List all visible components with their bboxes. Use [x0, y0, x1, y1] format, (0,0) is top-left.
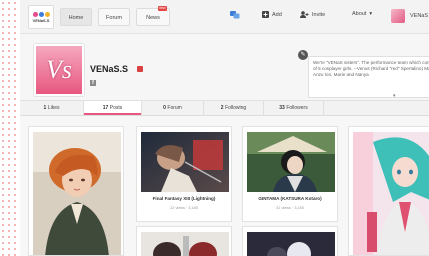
facebook-icon[interactable]: f — [90, 80, 96, 86]
tab-likes[interactable]: 1 Likes — [20, 101, 84, 115]
tab-posts[interactable]: 17 Posts — [84, 101, 142, 115]
plus-box-icon — [262, 11, 269, 18]
logo-text: VENaS.S — [32, 17, 50, 23]
tab-news-label: News — [146, 15, 160, 21]
post-thumbnail — [247, 232, 335, 256]
likes-count: 1 — [43, 105, 47, 111]
logo-dots — [32, 11, 50, 17]
user-plus-icon — [300, 11, 309, 18]
user-avatar[interactable] — [391, 9, 405, 23]
followers-label: Followers — [286, 105, 308, 111]
post-thumbnail — [33, 132, 121, 255]
pencil-icon: ✎ — [300, 52, 306, 58]
tab-followers[interactable]: 33 Followers — [264, 101, 324, 115]
post-card[interactable]: GINTAMA (KATSURA Kotaro) 31 views · 3,18… — [242, 126, 338, 222]
chat-icon — [230, 11, 240, 19]
following-count: 2 — [220, 105, 224, 111]
post-card[interactable] — [28, 126, 124, 256]
tab-forum-label: Forum — [106, 15, 122, 21]
edit-bio-button[interactable]: ✎ — [298, 50, 308, 60]
new-badge: new — [157, 6, 167, 11]
site-logo[interactable]: VENaS.S — [28, 5, 54, 29]
post-meta: 22 views · 3,180 — [170, 206, 198, 210]
user-name-label[interactable]: VENaS — [410, 13, 428, 19]
post-thumbnail — [353, 132, 429, 255]
about-dropdown[interactable]: About ▾ — [352, 11, 372, 17]
post-card[interactable]: Final Fantasy XIII (Lightning) 22 views … — [136, 126, 232, 222]
add-label: Add — [272, 11, 282, 18]
posts-count: 17 — [102, 105, 109, 111]
profile-stats-tabs: 1 Likes 17 Posts 0 Forum 2 Following 33 Follo… — [20, 100, 429, 116]
forum-label: Forum — [167, 105, 182, 111]
bio-box: We're "VENaS sisters". The performance t… — [308, 56, 429, 98]
post-thumbnail — [141, 232, 229, 256]
post-meta: 31 views · 3,180 — [276, 206, 304, 210]
following-label: Following — [225, 105, 247, 111]
bio-text: We're "VENaS sisters". The performance t… — [313, 60, 429, 77]
tab-forum-posts[interactable]: 0 Forum — [142, 101, 204, 115]
post-thumbnail — [247, 132, 335, 192]
chevron-down-icon: ▾ — [369, 11, 373, 17]
badge-icon — [137, 66, 143, 72]
stats-filler — [324, 101, 429, 115]
top-navigation-bar: VENaS.S Home Forum News new Add Invite A… — [20, 0, 429, 34]
tab-home[interactable]: Home — [60, 8, 92, 26]
bio-expand-toggle[interactable]: ▾ — [393, 93, 396, 99]
tab-home-label: Home — [68, 15, 84, 21]
profile-name: VENaS.S — [90, 64, 129, 74]
tab-forum[interactable]: Forum — [98, 8, 130, 26]
likes-label: Likes — [47, 105, 60, 111]
forum-count: 0 — [163, 105, 166, 111]
about-label: About — [352, 11, 367, 17]
add-button[interactable]: Add — [262, 11, 282, 18]
post-card[interactable] — [242, 226, 338, 256]
invite-label: Invite — [312, 11, 326, 18]
messages-button[interactable] — [230, 11, 240, 19]
invite-button[interactable]: Invite — [300, 11, 325, 18]
profile-avatar-initials: Vs — [46, 55, 72, 84]
post-card[interactable] — [136, 226, 232, 256]
tab-news[interactable]: News new — [136, 6, 170, 26]
tab-following[interactable]: 2 Following — [204, 101, 264, 115]
posts-label: Posts — [109, 105, 123, 111]
post-title[interactable]: GINTAMA (KATSURA Kotaro) — [243, 196, 337, 201]
post-title[interactable]: Final Fantasy XIII (Lightning) — [137, 196, 231, 201]
post-card[interactable] — [348, 126, 429, 256]
followers-count: 33 — [279, 105, 285, 111]
post-thumbnail — [141, 132, 229, 192]
profile-avatar[interactable]: Vs — [34, 44, 84, 96]
